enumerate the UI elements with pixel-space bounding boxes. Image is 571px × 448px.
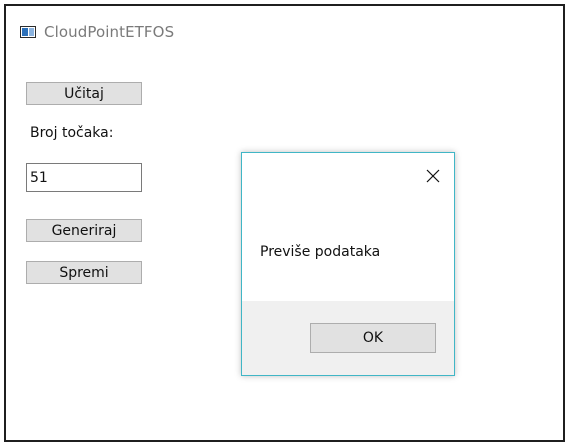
save-button[interactable]: Spremi [26, 261, 142, 284]
window-title: CloudPointETFOS [44, 23, 175, 41]
load-button[interactable]: Učitaj [26, 82, 142, 105]
point-count-input[interactable]: 51 [26, 163, 142, 192]
app-window-icon [20, 26, 36, 38]
dialog-message: Previše podataka [260, 244, 381, 260]
point-count-label: Broj točaka: [30, 125, 114, 141]
close-icon[interactable] [424, 167, 442, 185]
title-bar: CloudPointETFOS [20, 22, 174, 42]
dialog-footer: OK [242, 301, 454, 375]
ok-button[interactable]: OK [310, 323, 436, 353]
generate-button[interactable]: Generiraj [26, 219, 142, 242]
message-dialog: Previše podataka OK [241, 152, 455, 376]
